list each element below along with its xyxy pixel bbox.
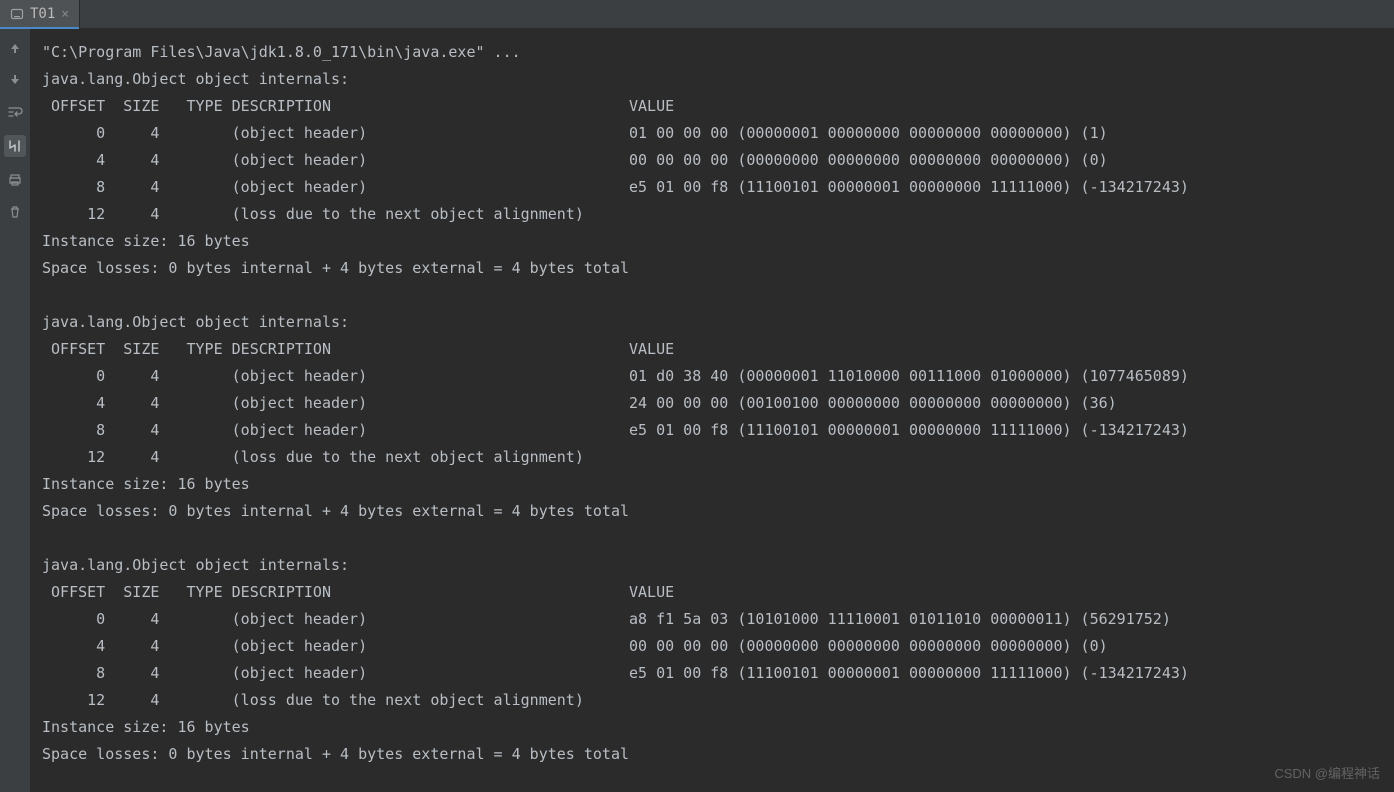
tab-label: T01: [30, 6, 55, 22]
print-icon[interactable]: [6, 171, 24, 189]
console-text: "C:\Program Files\Java\jdk1.8.0_171\bin\…: [42, 39, 1394, 768]
trash-icon[interactable]: [6, 203, 24, 221]
tool-gutter: [0, 29, 30, 792]
scroll-to-end-icon[interactable]: [4, 135, 26, 157]
console-output[interactable]: "C:\Program Files\Java\jdk1.8.0_171\bin\…: [30, 29, 1394, 792]
tab-run-config[interactable]: T01 ×: [0, 0, 80, 28]
tab-bar: T01 ×: [0, 0, 1394, 29]
down-arrow-icon[interactable]: [6, 71, 24, 89]
run-config-icon: [10, 7, 24, 21]
soft-wrap-icon[interactable]: [6, 103, 24, 121]
close-icon[interactable]: ×: [61, 7, 69, 22]
up-arrow-icon[interactable]: [6, 39, 24, 57]
